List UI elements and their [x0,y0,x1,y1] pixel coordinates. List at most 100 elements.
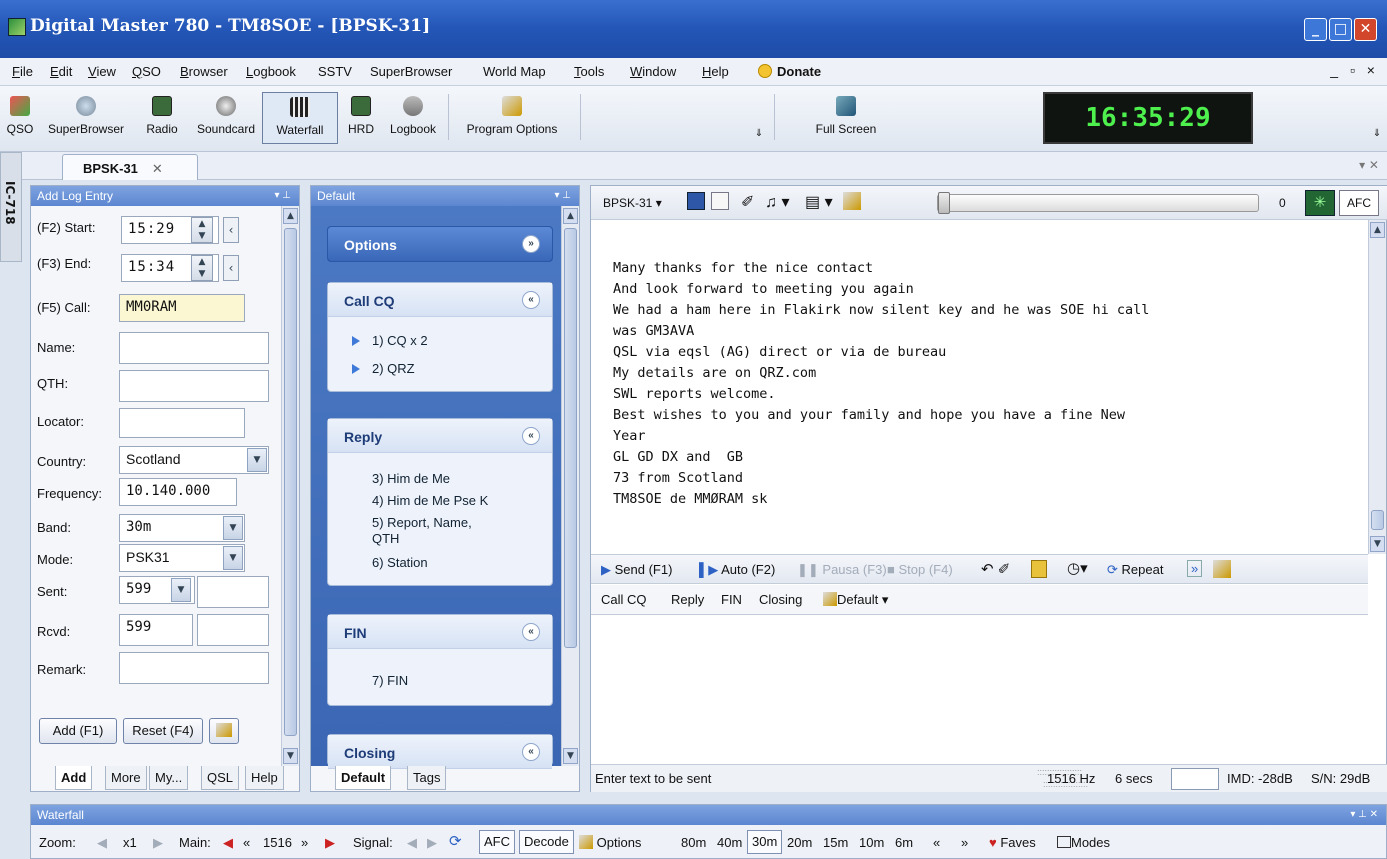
band-6m[interactable]: 6m [895,835,913,850]
afc-toggle[interactable]: AFC [1339,190,1379,216]
collapse-icon[interactable]: « [522,291,540,309]
scroll-up-icon[interactable]: ▲ [283,208,298,224]
menu-qso[interactable]: QSO [132,64,161,79]
soundcard-toolbar-button[interactable]: Soundcard [190,92,262,144]
radio-toolbar-button[interactable]: Radio [140,92,184,144]
minimize-button[interactable]: _ [1304,18,1327,41]
menu-browser[interactable]: Browser [180,64,228,79]
collapse-icon[interactable]: « [522,427,540,445]
main-fast-left-icon[interactable]: « [243,835,250,850]
menu-superbrowser[interactable]: SuperBrowser [370,64,452,79]
layout-icon[interactable]: ▤ ▾ [805,192,833,212]
options-icon[interactable] [843,192,861,210]
macro-him-de-me[interactable]: 3) Him de Me [372,471,450,486]
scroll-thumb[interactable] [1371,510,1384,530]
donate-menu[interactable]: Donate [758,64,821,79]
logbook-toolbar-button[interactable]: Logbook [386,92,440,144]
country-dropdown-icon[interactable]: ▼ [247,448,267,472]
status-input-box[interactable] [1171,768,1219,790]
main-fast-right-icon[interactable]: » [301,835,308,850]
faves-button[interactable]: ♥ Faves [989,835,1036,850]
menu-file[interactable]: File [12,64,33,79]
main-step-right-icon[interactable]: ▶ [325,835,335,851]
collapse-icon[interactable]: « [522,743,540,761]
tab-bpsk-31[interactable]: BPSK-31 ✕ [62,154,198,180]
menu-tools[interactable]: Tools [574,64,604,79]
band-20m[interactable]: 20m [787,835,812,850]
fin-header[interactable]: FIN « [328,615,552,649]
pin-icon[interactable]: ▾ ⊥ [554,186,571,206]
end-time-spinner[interactable]: ▲ ▼ [191,255,213,281]
toolbar-overflow-icon-right[interactable]: ⇓ [1370,128,1384,140]
hrd-toolbar-button[interactable]: HRD [344,92,378,144]
log-options-button[interactable] [209,718,239,744]
receive-scrollbar[interactable]: ▲ ▼ [1368,220,1386,554]
expand-icon[interactable]: » [522,235,540,253]
macro-station[interactable]: 6) Station [372,555,428,570]
collapse-icon[interactable]: « [522,623,540,641]
band-scroll-right-icon[interactable]: » [961,835,968,850]
reset-log-button[interactable]: Reset (F4) [123,718,203,744]
timer-icon[interactable]: ◷▾ [1067,559,1088,577]
menu-edit[interactable]: Edit [50,64,72,79]
add-log-button[interactable]: Add (F1) [39,718,117,744]
sent-extra-field[interactable] [197,576,269,608]
menu-window[interactable]: Window [630,64,676,79]
modes-button[interactable]: Modes [1057,835,1110,850]
start-time-now-button[interactable]: ‹ [223,217,239,243]
menu-help[interactable]: Help [702,64,729,79]
mdi-controls[interactable]: _ ▫ × [1330,62,1379,78]
transmit-text-area[interactable] [591,616,1368,764]
signal-right-icon[interactable]: ▶ [427,835,437,851]
macro-fin[interactable]: 7) FIN [372,673,408,688]
band-15m[interactable]: 15m [823,835,848,850]
macro-pane-scrollbar[interactable]: ▲ ▼ [561,206,579,766]
scroll-down-icon[interactable]: ▼ [563,748,578,764]
tab-qsl[interactable]: QSL [201,766,240,790]
macro-report-qth[interactable]: QTH [372,531,399,546]
waterfall-decode-button[interactable]: Decode [519,830,574,854]
call-cq-header[interactable]: Call CQ « [328,283,552,317]
send-button[interactable]: ▶ Send (F1) [601,562,672,578]
rcvd-field[interactable]: 599 [119,614,193,646]
waterfall-toolbar-button[interactable]: Waterfall [262,92,338,144]
repeat-button[interactable]: ⟳ Repeat [1107,562,1163,578]
mode-dropdown[interactable]: BPSK-31 ▾ [603,196,662,210]
macrobar-fin[interactable]: FIN [721,592,742,607]
more-icon[interactable]: » [1187,560,1203,577]
waterfall-afc-button[interactable]: AFC [479,830,515,854]
closing-header[interactable]: Closing « [328,735,552,769]
scroll-down-icon[interactable]: ▼ [283,748,298,764]
log-pane-scrollbar[interactable]: ▲ ▼ [281,206,299,766]
lock-icon[interactable] [1031,560,1047,578]
undo-icon[interactable]: ↶ ✐ [981,560,1010,578]
macrobar-reply[interactable]: Reply [671,592,704,607]
eraser-icon[interactable]: ✐ [741,192,754,212]
locator-field[interactable] [119,408,245,438]
band-80m[interactable]: 80m [681,835,706,850]
band-40m[interactable]: 40m [717,835,742,850]
stop-button[interactable]: ■ Stop (F4) [887,562,953,577]
name-field[interactable] [119,332,269,364]
menu-world-map[interactable]: World Map [483,64,546,79]
zoom-in-icon[interactable]: ▶ [153,835,163,851]
tab-more[interactable]: More [105,766,147,790]
main-step-left-icon[interactable]: ◀ [223,835,233,851]
band-scroll-left-icon[interactable]: « [933,835,940,850]
macrobar-call-cq[interactable]: Call CQ [601,592,647,607]
close-button[interactable]: ✕ [1354,18,1377,41]
pin-icon[interactable]: ▾ ⊥ [274,186,291,206]
band-dropdown-icon[interactable]: ▼ [223,516,243,540]
scroll-up-icon[interactable]: ▲ [1370,222,1385,238]
toolbar-overflow-icon[interactable]: ⇓ [752,128,766,140]
program-options-toolbar-button[interactable]: Program Options [456,92,568,144]
squelch-slider-thumb[interactable] [938,192,950,214]
end-time-now-button[interactable]: ‹ [223,255,239,281]
rcvd-extra-field[interactable] [197,614,269,646]
options-group[interactable]: Options» [327,226,553,262]
tab-my[interactable]: My... [149,766,189,790]
menu-logbook[interactable]: Logbook [246,64,296,79]
close-tab-icon[interactable]: ✕ [152,161,163,176]
scroll-down-icon[interactable]: ▼ [1370,536,1385,552]
print-preview-icon[interactable] [711,192,729,210]
